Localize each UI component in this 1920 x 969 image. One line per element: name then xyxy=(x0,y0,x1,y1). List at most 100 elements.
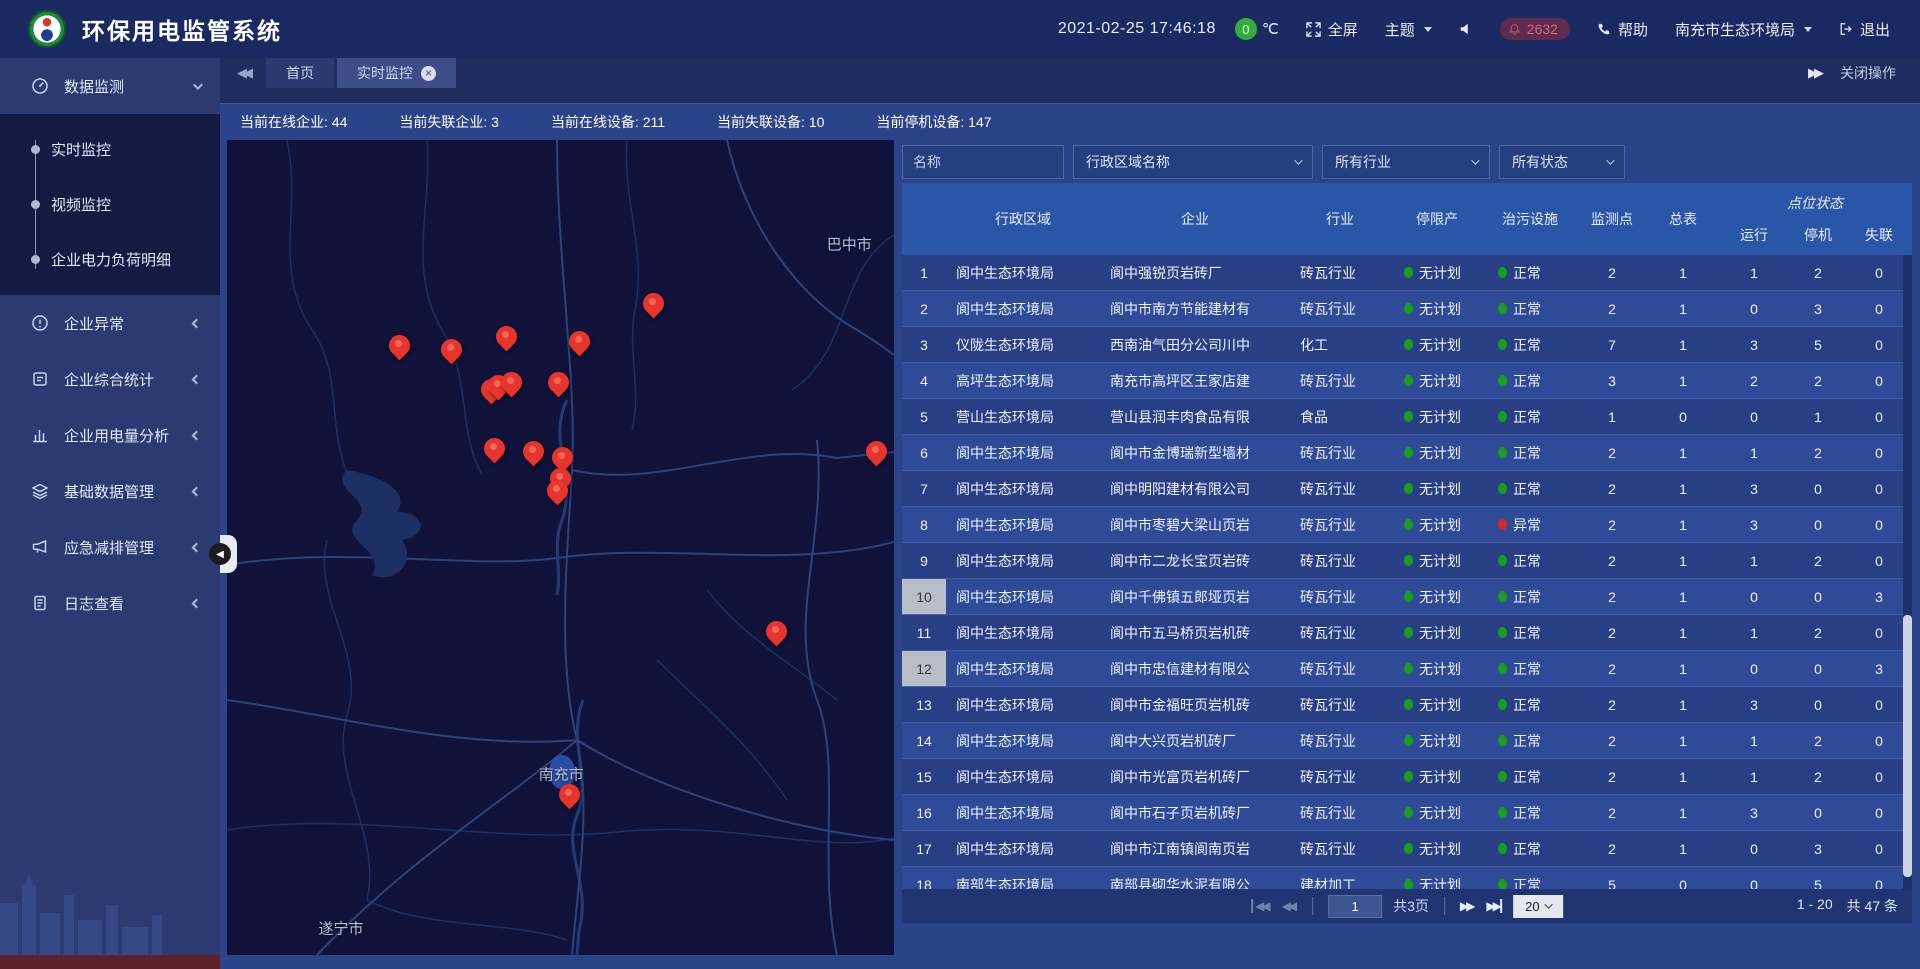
cell-industry: 砖瓦行业 xyxy=(1290,507,1390,542)
table-row[interactable]: 1阆中生态环境局阆中强锐页岩砖厂砖瓦行业无计划正常21120 xyxy=(902,255,1912,291)
table-row[interactable]: 9阆中生态环境局阆中市二龙长宝页岩砖砖瓦行业无计划正常21120 xyxy=(902,543,1912,579)
table-row[interactable]: 18南部生态环境局南部县砌华水泥有限公建材加工无计划正常50050 xyxy=(902,867,1912,889)
org-dropdown[interactable]: 南充市生态环境局 xyxy=(1675,19,1812,40)
map-marker-pin[interactable] xyxy=(552,447,573,468)
cell-total-meter: 0 xyxy=(1648,399,1718,434)
status-filter-select[interactable]: 所有状态 xyxy=(1499,145,1625,179)
cell-stopped: 0 xyxy=(1790,687,1846,722)
table-row[interactable]: 3仪陇生态环境局西南油气田分公司川中化工无计划正常71350 xyxy=(902,327,1912,363)
region-filter-select[interactable]: 行政区域名称 xyxy=(1073,145,1313,179)
cell-running: 0 xyxy=(1718,831,1790,866)
table-row[interactable]: 8阆中生态环境局阆中市枣碧大梁山页岩砖瓦行业无计划异常21300 xyxy=(902,507,1912,543)
sidebar-group-6[interactable]: 应急减排管理 xyxy=(0,519,220,575)
cell-monitor-points: 3 xyxy=(1576,363,1648,398)
last-page-button[interactable]: ▶▶ xyxy=(1486,899,1501,913)
table-row[interactable]: 12阆中生态环境局阆中市忠信建材有限公砖瓦行业无计划正常21003 xyxy=(902,651,1912,687)
next-page-button[interactable]: ▶▶ xyxy=(1460,899,1475,913)
cell-pollution-facility: 正常 xyxy=(1484,615,1576,650)
cell-pollution-facility: 正常 xyxy=(1484,795,1576,830)
cell-row-number: 17 xyxy=(902,831,946,866)
cell-stopped: 3 xyxy=(1790,831,1846,866)
map-marker-pin[interactable] xyxy=(766,621,787,642)
map-marker-pin[interactable] xyxy=(523,441,544,462)
map-marker-pin[interactable] xyxy=(547,480,568,501)
table-row[interactable]: 10阆中生态环境局阆中千佛镇五郎垭页岩砖瓦行业无计划正常21003 xyxy=(902,579,1912,615)
table-row[interactable]: 17阆中生态环境局阆中市江南镇阆南页岩砖瓦行业无计划正常21030 xyxy=(902,831,1912,867)
cell-running: 0 xyxy=(1718,579,1790,614)
map-panel[interactable]: 巴中市南充市遂宁市 xyxy=(227,140,894,955)
prev-page-button[interactable]: ◀◀ xyxy=(1282,899,1297,913)
sidebar-item[interactable]: 企业电力负荷明细 xyxy=(0,232,220,287)
sidebar-group-1[interactable]: 数据监测 xyxy=(0,58,220,114)
table-row[interactable]: 13阆中生态环境局阆中市金福旺页岩机砖砖瓦行业无计划正常21300 xyxy=(902,687,1912,723)
sidebar-group-3[interactable]: 企业综合统计 xyxy=(0,351,220,407)
cell-total-meter: 1 xyxy=(1648,435,1718,470)
tabs-scroll-left-button[interactable]: ◀◀ xyxy=(220,58,266,88)
tab-bar: ◀◀ 首页 实时监控 × ▶▶ 关闭操作 xyxy=(220,58,1920,104)
name-search-input[interactable] xyxy=(902,145,1064,179)
table-scrollbar-thumb[interactable] xyxy=(1903,615,1912,877)
table-row[interactable]: 4高坪生态环境局南充市高坪区王家店建砖瓦行业无计划正常31220 xyxy=(902,363,1912,399)
tab-home[interactable]: 首页 xyxy=(266,58,334,88)
cell-monitor-points: 2 xyxy=(1576,291,1648,326)
cell-row-number: 6 xyxy=(902,435,946,470)
sidebar-submenu: 实时监控视频监控企业电力负荷明细 xyxy=(0,114,220,295)
map-marker-pin[interactable] xyxy=(441,339,462,360)
cell-company: 阆中市江南镇阆南页岩 xyxy=(1100,831,1290,866)
sidebar-group-7[interactable]: 日志查看 xyxy=(0,575,220,631)
fullscreen-button[interactable]: 全屏 xyxy=(1306,19,1358,40)
mute-button[interactable] xyxy=(1459,22,1473,36)
sidebar-item[interactable]: 视频监控 xyxy=(0,177,220,232)
sidebar-group-4[interactable]: 企业用电量分析 xyxy=(0,407,220,463)
phone-icon xyxy=(1597,22,1611,36)
tab-realtime-monitor[interactable]: 实时监控 × xyxy=(337,58,456,88)
first-page-button[interactable]: ◀◀ xyxy=(1251,899,1270,913)
page-number-input[interactable] xyxy=(1328,895,1382,918)
table-row[interactable]: 7阆中生态环境局阆中明阳建材有限公司砖瓦行业无计划正常21300 xyxy=(902,471,1912,507)
table-row[interactable]: 5营山生态环境局营山县润丰肉食品有限食品无计划正常10010 xyxy=(902,399,1912,435)
sidebar-group-5[interactable]: 基础数据管理 xyxy=(0,463,220,519)
cell-monitor-points: 2 xyxy=(1576,543,1648,578)
logout-button[interactable]: 退出 xyxy=(1839,19,1890,40)
tabs-scroll-right-button[interactable]: ▶▶ xyxy=(1808,65,1820,81)
fullscreen-icon xyxy=(1306,22,1321,37)
map-marker-pin[interactable] xyxy=(569,331,590,352)
table-row[interactable]: 14阆中生态环境局阆中大兴页岩机砖厂砖瓦行业无计划正常21120 xyxy=(902,723,1912,759)
map-marker-pin[interactable] xyxy=(484,438,505,459)
industry-filter-select[interactable]: 所有行业 xyxy=(1322,145,1490,179)
close-operations-button[interactable]: 关闭操作 xyxy=(1840,63,1896,83)
map-marker-pin[interactable] xyxy=(643,293,664,314)
map-marker-pin[interactable] xyxy=(496,326,517,347)
cell-company: 阆中市二龙长宝页岩砖 xyxy=(1100,543,1290,578)
app-logo-icon xyxy=(28,10,66,48)
map-marker-pin[interactable] xyxy=(389,335,410,356)
monitor-panel: 行政区域名称 所有行业 所有状态 行政区域 企业 行业 xyxy=(902,140,1912,955)
table-row[interactable]: 15阆中生态环境局阆中市光富页岩机砖厂砖瓦行业无计划正常21120 xyxy=(902,759,1912,795)
table-row[interactable]: 6阆中生态环境局阆中市金博瑞新型墙材砖瓦行业无计划正常21120 xyxy=(902,435,1912,471)
map-marker-pin[interactable] xyxy=(548,372,569,393)
notification-pill[interactable]: 2632 xyxy=(1500,18,1570,40)
sidebar-collapse-handle[interactable]: ◀ xyxy=(220,535,237,573)
theme-dropdown[interactable]: 主题 xyxy=(1385,19,1432,40)
status-item: 当前在线企业: 44 xyxy=(240,112,347,132)
table-row[interactable]: 16阆中生态环境局阆中市石子页岩机砖厂砖瓦行业无计划正常21300 xyxy=(902,795,1912,831)
map-marker-pin[interactable] xyxy=(501,372,522,393)
sidebar-item[interactable]: 实时监控 xyxy=(0,122,220,177)
map-marker-pin[interactable] xyxy=(866,441,887,462)
close-tab-icon[interactable]: × xyxy=(421,66,436,81)
cell-stopped: 0 xyxy=(1790,507,1846,542)
table-row[interactable]: 2阆中生态环境局阆中市南方节能建材有砖瓦行业无计划正常21030 xyxy=(902,291,1912,327)
table-row[interactable]: 11阆中生态环境局阆中市五马桥页岩机砖砖瓦行业无计划正常21120 xyxy=(902,615,1912,651)
column-stopped: 停机 xyxy=(1790,215,1846,255)
cell-company: 营山县润丰肉食品有限 xyxy=(1100,399,1290,434)
alert-icon xyxy=(30,313,50,333)
cell-stopped: 1 xyxy=(1790,399,1846,434)
page-size-select[interactable]: 20 xyxy=(1513,895,1563,918)
status-dot-green xyxy=(1404,735,1413,746)
cell-company: 南充市高坪区王家店建 xyxy=(1100,363,1290,398)
map-marker-pin[interactable] xyxy=(559,784,580,805)
cell-total-meter: 1 xyxy=(1648,543,1718,578)
sidebar-group-2[interactable]: 企业异常 xyxy=(0,295,220,351)
help-button[interactable]: 帮助 xyxy=(1597,19,1648,40)
cell-stop-limit: 无计划 xyxy=(1390,831,1484,866)
